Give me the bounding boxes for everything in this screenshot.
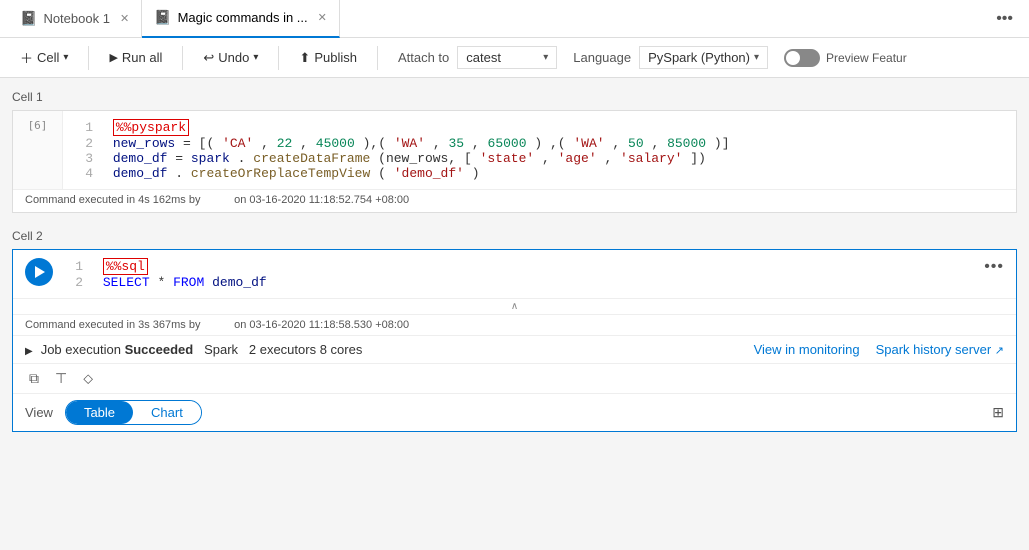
cell1-status-text: Command executed in 4s 162ms by [25, 194, 200, 206]
cell2-status-suffix: on 03-16-2020 11:18:58.530 +08:00 [234, 319, 409, 331]
job-links: View in monitoring Spark history server … [754, 342, 1004, 357]
cell1-run-index: [6] [28, 119, 48, 132]
job-play-icon [25, 342, 33, 357]
run-all-label: Run all [122, 50, 162, 65]
clear-icon[interactable]: ⬦ [79, 368, 97, 389]
tab-bar: 📓 Notebook 1 ✕ 📓 Magic commands in ... ✕… [0, 0, 1029, 38]
magic-tab-icon: 📓 [154, 9, 171, 26]
plus-icon: ＋ [20, 48, 33, 67]
cell1-label: Cell 1 [12, 90, 1017, 104]
sep3 [278, 46, 279, 70]
cell2-code-header: 1 %%sql 2 SELECT * FROM demo_df ••• [13, 250, 1016, 298]
cell-button[interactable]: ＋ Cell ▾ [12, 44, 76, 71]
filter-icon[interactable]: ⊤ [51, 368, 71, 389]
cell1-line4: 4 demo_df . createOrReplaceTempView ( 'd… [75, 166, 1004, 181]
preview-label: Preview Featur [826, 51, 907, 65]
cell1-code-area[interactable]: 1 %%pyspark 2 new_rows = [( 'CA' , 22 , … [63, 111, 1016, 189]
preview-toggle[interactable]: Preview Featur [784, 49, 907, 67]
run-all-icon: ▶ [109, 51, 117, 64]
cell1-status: Command executed in 4s 162ms by on 03-16… [13, 189, 1016, 212]
view-bar: View Table Chart ⊞ [13, 393, 1016, 431]
tab-notebook1-close[interactable]: ✕ [120, 12, 129, 25]
attach-to-label: Attach to [398, 50, 449, 65]
job-detail: 2 executors 8 cores [249, 342, 362, 357]
cell2-run-button[interactable] [25, 258, 53, 286]
undo-icon: ↩ [203, 50, 214, 66]
tab-more-button[interactable]: ••• [988, 10, 1021, 28]
tab-magic-close[interactable]: ✕ [318, 11, 327, 24]
undo-chevron-icon: ▾ [253, 52, 258, 63]
view-monitoring-link[interactable]: View in monitoring [754, 342, 860, 357]
spark-history-label: Spark history server [876, 342, 992, 357]
view-right: ⊞ [992, 404, 1004, 421]
main-content: Cell 1 [6] 1 %%pyspark 2 new_rows = [( '… [0, 78, 1029, 550]
sep1 [88, 46, 89, 70]
toolbar: ＋ Cell ▾ ▶ Run all ↩ Undo ▾ ⬆ Publish At… [0, 38, 1029, 78]
toggle-control[interactable] [784, 49, 820, 67]
cell2-status-text: Command executed in 3s 367ms by [25, 319, 200, 331]
view-tabs: Table Chart [65, 400, 202, 425]
notebook-icon: 📓 [20, 10, 37, 27]
cell1-magic-cmd: %%pyspark [113, 119, 189, 136]
publish-icon: ⬆ [299, 50, 310, 66]
attach-dropdown[interactable]: catest ▾ [457, 46, 557, 69]
cell1-line3: 3 demo_df = spark . createDataFrame (new… [75, 151, 1004, 166]
sep4 [377, 46, 378, 70]
chart-view-tab[interactable]: Chart [133, 401, 201, 424]
view-label: View [25, 405, 53, 420]
run-all-button[interactable]: ▶ Run all [101, 46, 170, 69]
job-spark: Spark [204, 342, 238, 357]
attach-value: catest [466, 50, 501, 65]
sep2 [182, 46, 183, 70]
spark-history-link[interactable]: Spark history server ↗ [876, 342, 1004, 357]
actions-bar: ⧉ ⊤ ⬦ [13, 363, 1016, 393]
cell1-body: [6] 1 %%pyspark 2 new_rows = [( 'CA' , 2… [13, 111, 1016, 189]
cell2-magic-cmd: %%sql [103, 258, 148, 275]
language-chevron-icon: ▾ [754, 52, 759, 63]
tab-magic-commands[interactable]: 📓 Magic commands in ... ✕ [142, 0, 340, 38]
copy-icon[interactable]: ⧉ [25, 368, 43, 389]
publish-button[interactable]: ⬆ Publish [291, 46, 365, 70]
cell2-code-area[interactable]: 1 %%sql 2 SELECT * FROM demo_df [65, 258, 984, 290]
attach-chevron-icon: ▾ [543, 52, 548, 63]
undo-button[interactable]: ↩ Undo ▾ [195, 46, 266, 70]
table-view-tab[interactable]: Table [66, 401, 133, 424]
cell-chevron-icon: ▾ [63, 52, 68, 63]
cell1-run-col: [6] [13, 111, 63, 189]
external-link-icon: ↗ [995, 345, 1004, 357]
job-bar: Job execution Succeeded Spark 2 executor… [13, 335, 1016, 363]
cell1-line1: 1 %%pyspark [75, 119, 1004, 136]
expand-icon[interactable]: ⊞ [992, 404, 1004, 420]
cell2-user-placeholder [204, 319, 235, 331]
language-value: PySpark (Python) [648, 50, 750, 65]
job-text-prefix: Job execution [41, 342, 121, 357]
cell1-user-placeholder [204, 194, 235, 206]
tab-notebook1[interactable]: 📓 Notebook 1 ✕ [8, 0, 142, 38]
cell2-container: 1 %%sql 2 SELECT * FROM demo_df ••• [12, 249, 1017, 432]
tab-magic-label: Magic commands in ... [178, 10, 308, 25]
cell2-label: Cell 2 [12, 229, 1017, 243]
cell1-container: [6] 1 %%pyspark 2 new_rows = [( 'CA' , 2… [12, 110, 1017, 213]
cell2-line1: 1 %%sql [65, 258, 984, 275]
language-label: Language [573, 50, 631, 65]
undo-label: Undo [218, 50, 249, 65]
cell2-more-button[interactable]: ••• [984, 258, 1004, 276]
cell-label: Cell [37, 50, 59, 65]
chevron-up-icon: ∧ [511, 301, 518, 312]
cell2-line2: 2 SELECT * FROM demo_df [65, 275, 984, 290]
cell2-status: Command executed in 3s 367ms by on 03-16… [13, 314, 1016, 335]
tab-notebook1-label: Notebook 1 [43, 11, 110, 26]
cell1-status-suffix: on 03-16-2020 11:18:52.754 +08:00 [234, 194, 409, 206]
publish-label: Publish [314, 50, 357, 65]
job-status: Succeeded [125, 342, 194, 357]
cell1-line2: 2 new_rows = [( 'CA' , 22 , 45000 ),( 'W… [75, 136, 1004, 151]
cell2-collapse-button[interactable]: ∧ [13, 298, 1016, 314]
job-text: Job execution Succeeded Spark 2 executor… [41, 342, 363, 357]
language-dropdown[interactable]: PySpark (Python) ▾ [639, 46, 768, 69]
